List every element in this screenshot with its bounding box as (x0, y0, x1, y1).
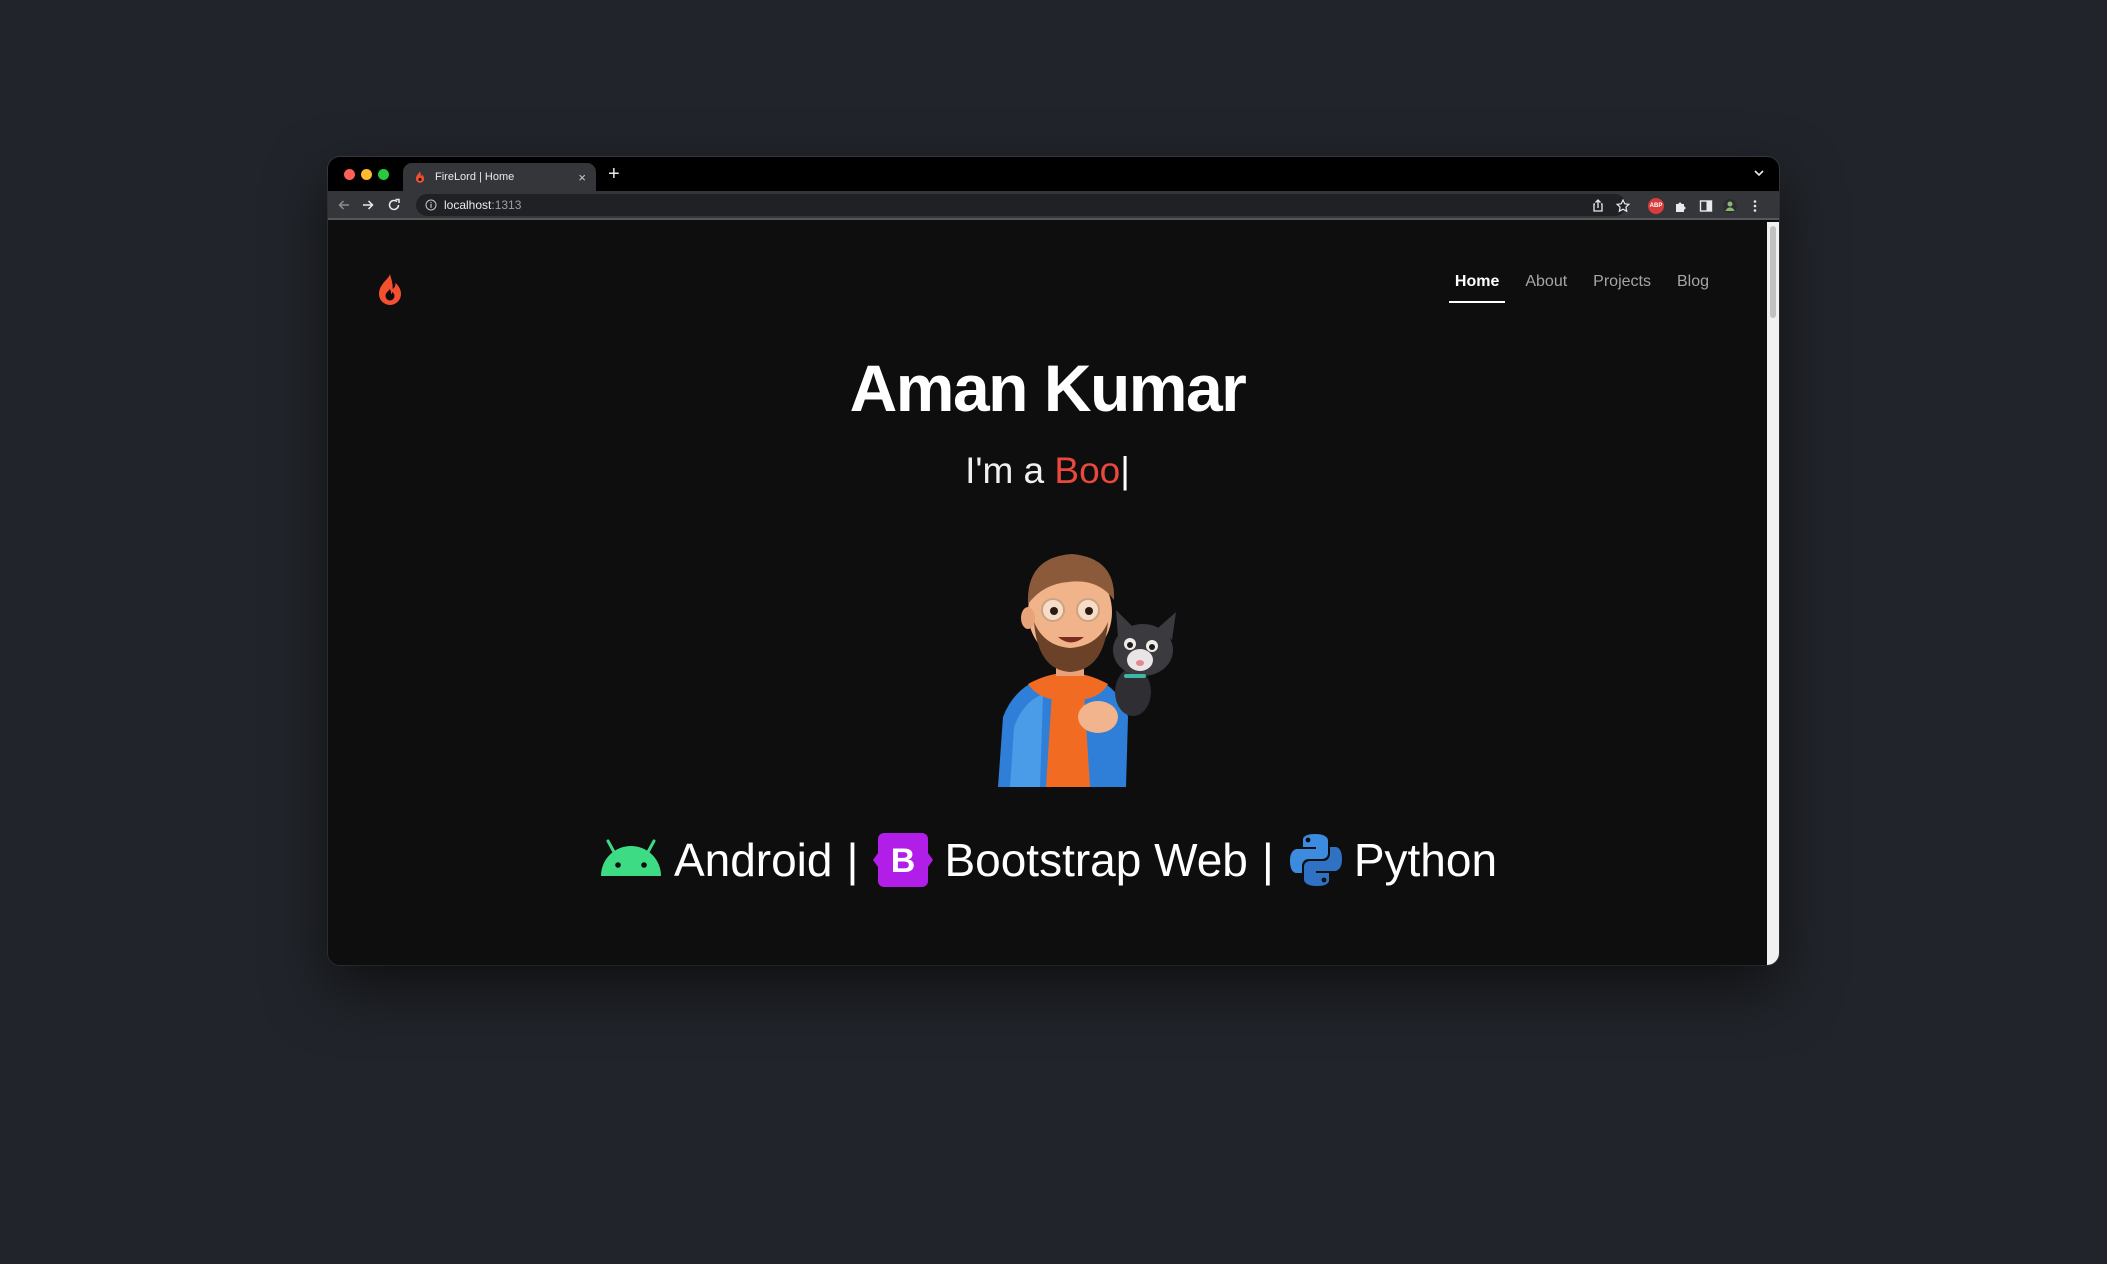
flame-logo-icon[interactable] (375, 272, 405, 308)
forward-arrow-icon[interactable] (360, 197, 376, 213)
side-panel-icon[interactable] (1698, 198, 1714, 214)
nav-home-link[interactable]: Home (1448, 273, 1506, 303)
back-arrow-icon[interactable] (336, 197, 352, 213)
reload-icon[interactable] (386, 197, 402, 213)
avatar-with-cat-illustration (998, 554, 1176, 787)
site-nav: Home About Projects Blog (1448, 273, 1715, 303)
url-host: localhost (444, 198, 492, 212)
hero-typed-text: Boo (1054, 450, 1121, 491)
bookmark-star-icon[interactable] (1615, 198, 1631, 214)
browser-tab-home[interactable]: FireLord | Home × (403, 163, 596, 191)
maximize-window-button[interactable] (378, 169, 389, 180)
nav-projects-link[interactable]: Projects (1587, 273, 1657, 303)
scrollbar-thumb[interactable] (1770, 226, 1776, 318)
minimize-window-button[interactable] (361, 169, 372, 180)
separator: | (846, 834, 859, 886)
flame-favicon-icon (415, 170, 425, 183)
url-port: :1313 (491, 198, 522, 212)
profile-avatar-icon[interactable] (1722, 198, 1738, 214)
bootstrap-icon: B (873, 833, 934, 887)
page-viewport: Home About Projects Blog Aman Kumar I'm … (328, 222, 1767, 965)
skill-bootstrap-label: Bootstrap Web (944, 834, 1248, 886)
skills-row: Android | B Bootstrap Web | Python (328, 832, 1767, 888)
address-bar[interactable]: localhost :1313 (416, 194, 1626, 216)
nav-blog-link[interactable]: Blog (1671, 273, 1715, 303)
hero-name: Aman Kumar (849, 351, 1247, 425)
extensions-puzzle-icon[interactable] (1673, 198, 1689, 214)
nav-about-link[interactable]: About (1519, 273, 1573, 303)
android-icon (600, 839, 661, 876)
typing-caret: | (1120, 450, 1130, 491)
new-tab-button[interactable]: + (608, 164, 620, 184)
separator: | (1261, 834, 1274, 886)
browser-menu-icon[interactable] (1747, 198, 1763, 214)
adblock-extension-icon[interactable]: ABP (1648, 198, 1664, 214)
hero-subtitle: I'm a Boo| (328, 450, 1767, 492)
site-info-icon[interactable] (425, 199, 437, 211)
svg-text:B: B (891, 842, 916, 880)
share-icon[interactable] (1590, 198, 1606, 214)
skill-python-label: Python (1353, 834, 1498, 886)
hero-prefix: I'm a (965, 450, 1055, 491)
python-icon (1289, 834, 1342, 886)
tab-strip: FireLord | Home × + (328, 157, 1779, 191)
tab-title: FireLord | Home (435, 171, 515, 183)
browser-window: FireLord | Home × + localhost :1313 ABP … (328, 157, 1779, 965)
skill-android-label: Android (673, 834, 833, 886)
browser-toolbar: localhost :1313 ABP (328, 191, 1779, 220)
page-scrollbar[interactable] (1767, 222, 1779, 965)
close-window-button[interactable] (344, 169, 355, 180)
tab-search-chevron-icon[interactable] (1753, 167, 1765, 179)
tab-close-icon[interactable]: × (578, 171, 586, 184)
